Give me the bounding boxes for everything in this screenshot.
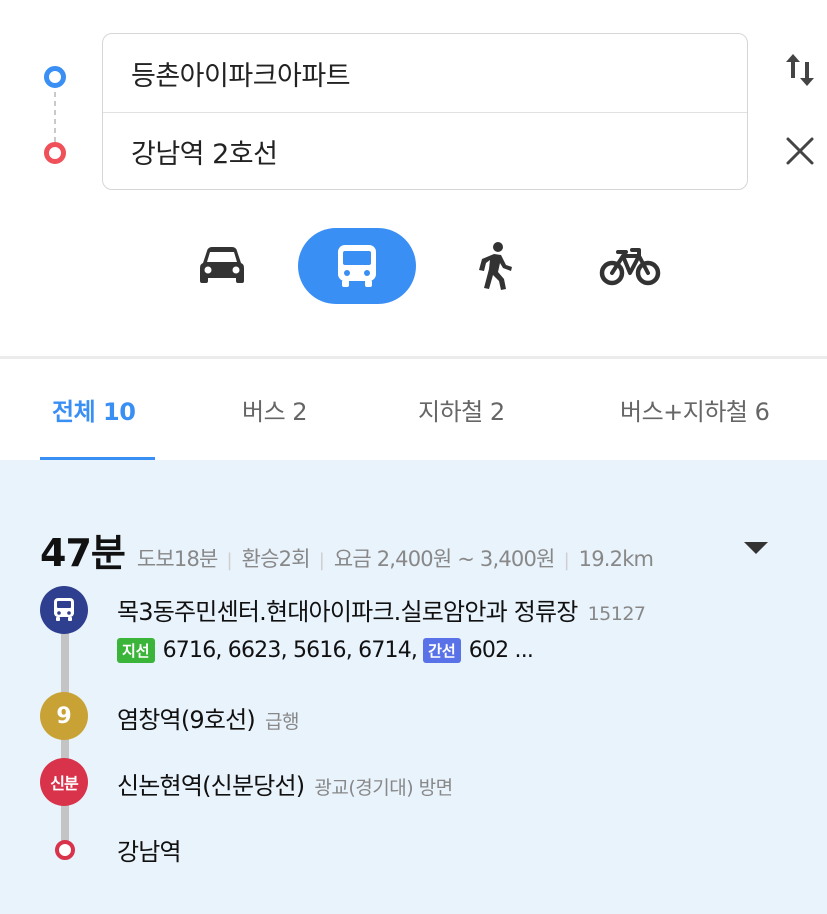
swap-button[interactable]: [780, 50, 820, 90]
tab-subway[interactable]: 지하철 2: [418, 392, 505, 427]
stop-name: 염창역(9호선): [117, 706, 256, 734]
route-summary: 47분 도보18분 | 환승2회 | 요금 2,400원 ~ 3,400원 | …: [40, 522, 654, 577]
shinbundang-line-badge: 신분: [40, 758, 88, 806]
expand-details-button[interactable]: [742, 540, 770, 560]
total-time: 47분: [40, 531, 126, 575]
walk-time: 도보18분: [136, 547, 218, 571]
bus-icon: [54, 598, 74, 621]
clear-button[interactable]: [780, 131, 820, 171]
separator: |: [226, 550, 233, 571]
transfer-station-2[interactable]: 신논현역(신분당선) 광교(경기대) 방면: [117, 766, 453, 801]
trunk-bus-badge: 간선: [423, 638, 461, 663]
bike-icon: [599, 248, 661, 286]
destination-input[interactable]: 강남역 2호선: [103, 112, 747, 190]
route-search-box: 등촌아이파크아파트 강남역 2호선: [102, 33, 748, 190]
origin-dot: [44, 66, 66, 88]
trunk-bus-routes: 602 ...: [468, 638, 534, 663]
separator: |: [318, 550, 325, 571]
destination-dot: [44, 142, 66, 164]
transfer-count: 환승2회: [241, 547, 311, 571]
tab-bus-subway[interactable]: 버스+지하철 6: [620, 392, 770, 427]
tab-bus[interactable]: 버스 2: [242, 392, 308, 427]
line-9-badge: 9: [40, 692, 88, 740]
origin-input[interactable]: 등촌아이파크아파트: [103, 34, 747, 113]
branch-bus-routes: 6716, 6623, 5616, 6714,: [162, 638, 418, 663]
bus-icon: [338, 245, 376, 287]
route-result-card[interactable]: 47분 도보18분 | 환승2회 | 요금 2,400원 ~ 3,400원 | …: [0, 460, 827, 914]
stop-name: 신논현역(신분당선): [117, 772, 305, 800]
stop-name: 목3동주민센터.현대아이파크.실로암안과 정류장: [117, 598, 578, 626]
destination-marker: [55, 840, 75, 860]
mode-car-button[interactable]: [186, 228, 258, 304]
route-indicator: [44, 62, 68, 164]
distance: 19.2km: [578, 547, 654, 571]
boarding-stop[interactable]: 목3동주민센터.현대아이파크.실로암안과 정류장 15127: [117, 592, 646, 627]
direction-label: 광교(경기대) 방면: [314, 777, 453, 799]
close-icon: [786, 137, 814, 165]
mode-bike-button[interactable]: [590, 228, 670, 304]
chevron-down-icon: [744, 542, 768, 554]
mode-bus-button[interactable]: [298, 228, 416, 304]
fare: 요금 2,400원 ~ 3,400원: [333, 547, 556, 571]
express-label: 급행: [265, 711, 299, 733]
transfer-station-1[interactable]: 염창역(9호선) 급행: [117, 700, 299, 735]
mode-walk-button[interactable]: [460, 228, 532, 304]
car-icon: [200, 247, 244, 283]
arrival-station[interactable]: 강남역: [117, 832, 182, 867]
bus-stop-badge: [40, 586, 88, 634]
walk-icon: [479, 242, 512, 290]
bus-routes: 지선 6716, 6623, 5616, 6714, 간선 602 ...: [117, 638, 534, 663]
separator: |: [563, 550, 570, 571]
stop-id: 15127: [587, 603, 646, 625]
route-dotted-line: [54, 92, 56, 142]
branch-bus-badge: 지선: [117, 638, 155, 663]
section-divider: [0, 356, 827, 359]
swap-arrows-icon: [786, 54, 814, 86]
tab-all[interactable]: 전체 10: [52, 392, 136, 427]
